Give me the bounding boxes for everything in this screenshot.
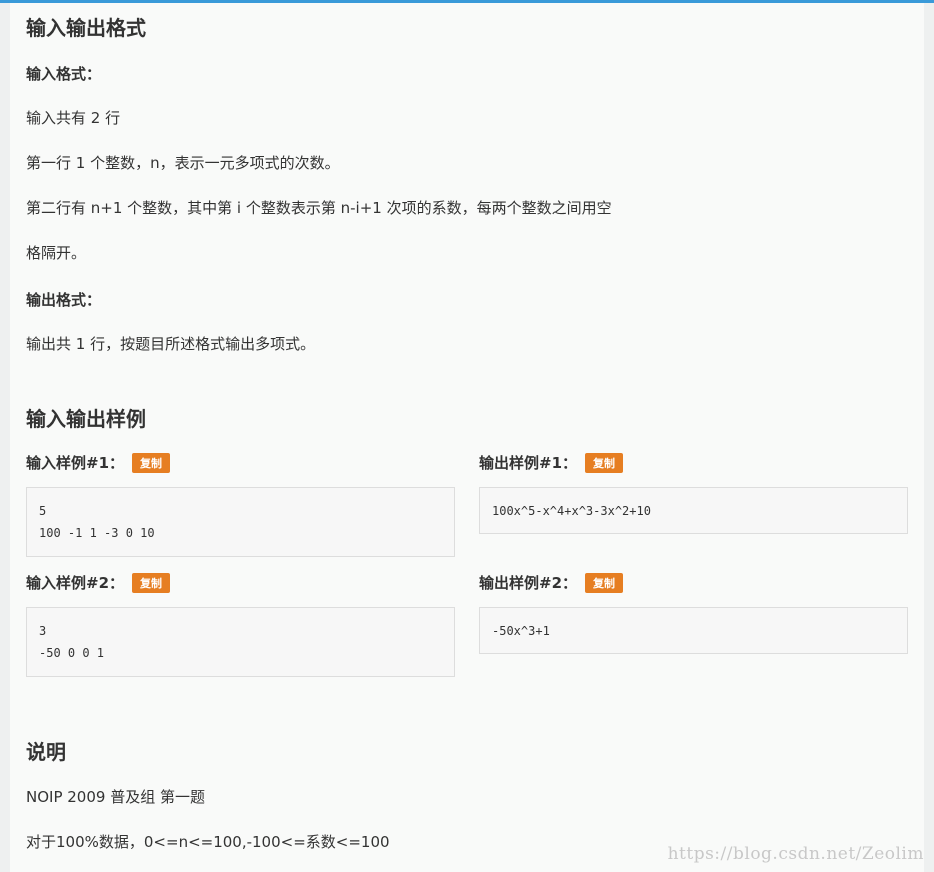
sample-output-2-label: 输出样例#2： 复制 (479, 572, 624, 593)
sample-input-2-label-text: 输入样例#2： (26, 574, 125, 592)
samples-heading: 输入输出样例 (26, 407, 146, 431)
sample-output-2-box[interactable]: -50x^3+1 (479, 607, 908, 654)
input-line-1: 输入共有 2 行 (26, 109, 121, 127)
sample-input-2-label: 输入样例#2： 复制 (26, 572, 171, 593)
content-panel (10, 3, 924, 872)
io-format-heading: 输入输出格式 (26, 16, 146, 40)
sample-input-1-box[interactable]: 5 100 -1 1 -3 0 10 (26, 487, 455, 557)
sample-input-1-label: 输入样例#1： 复制 (26, 452, 171, 473)
input-line-3: 第二行有 n+1 个整数，其中第 i 个整数表示第 n-i+1 次项的系数，每两… (26, 199, 612, 217)
notes-line-1: NOIP 2009 普及组 第一题 (26, 788, 205, 806)
input-line-2: 第一行 1 个整数，n，表示一元多项式的次数。 (26, 154, 340, 172)
output-format-label: 输出格式： (26, 291, 102, 309)
sample-input-2-box[interactable]: 3 -50 0 0 1 (26, 607, 455, 677)
sample-output-1-box[interactable]: 100x^5-x^4+x^3-3x^2+10 (479, 487, 908, 534)
sample-output-1-label-text: 输出样例#1： (479, 454, 578, 472)
notes-line-2: 对于100%数据，0<=n<=100,-100<=系数<=100 (26, 833, 390, 851)
copy-output-1-button[interactable]: 复制 (585, 452, 624, 473)
sample-output-2-label-text: 输出样例#2： (479, 574, 578, 592)
output-line-1: 输出共 1 行，按题目所述格式输出多项式。 (26, 335, 316, 353)
watermark: https://blog.csdn.net/Zeolim (667, 844, 924, 864)
copy-output-2-button[interactable]: 复制 (585, 572, 624, 593)
notes-heading: 说明 (26, 740, 66, 764)
sample-output-1-label: 输出样例#1： 复制 (479, 452, 624, 473)
copy-input-2-button[interactable]: 复制 (132, 572, 171, 593)
copy-input-1-button[interactable]: 复制 (132, 452, 171, 473)
input-line-4: 格隔开。 (26, 244, 87, 262)
sample-input-1-label-text: 输入样例#1： (26, 454, 125, 472)
input-format-label: 输入格式： (26, 65, 102, 83)
